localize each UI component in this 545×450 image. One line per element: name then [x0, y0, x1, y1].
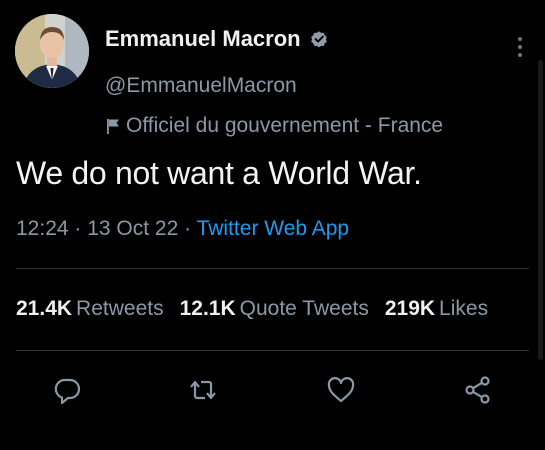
stat-label: Quote Tweets — [239, 297, 369, 320]
divider — [16, 268, 529, 269]
avatar[interactable] — [15, 14, 89, 88]
stat-value: 219K — [384, 297, 436, 320]
meta-separator: · — [68, 217, 88, 240]
author-name[interactable]: Emmanuel Macron — [105, 26, 301, 52]
retweet-icon[interactable] — [187, 374, 219, 406]
meta-separator: · — [178, 217, 197, 240]
author-handle[interactable]: @EmmanuelMacron — [105, 74, 297, 98]
government-label[interactable]: Officiel du gouvernement - France — [105, 114, 443, 138]
government-label-text: Officiel du gouvernement - France — [126, 114, 444, 137]
stat-retweets[interactable]: 21.4K Retweets — [16, 297, 164, 321]
stat-label: Likes — [439, 297, 489, 320]
tweet-date[interactable]: 13 Oct 22 — [87, 217, 178, 240]
tweet-meta: 12:24 · 13 Oct 22 · Twitter Web App — [16, 217, 349, 241]
stat-value: 12.1K — [179, 297, 236, 320]
stat-likes[interactable]: 219K Likes — [385, 297, 488, 321]
like-icon[interactable] — [325, 374, 357, 406]
flag-icon — [107, 119, 119, 134]
share-icon[interactable] — [462, 374, 494, 406]
tweet-time[interactable]: 12:24 — [16, 217, 69, 240]
stat-quote-tweets[interactable]: 12.1K Quote Tweets — [180, 297, 369, 321]
reply-icon[interactable] — [51, 374, 83, 406]
verified-badge-icon — [310, 31, 327, 48]
tweet-text: We do not want a World War. — [16, 155, 422, 191]
tweet-detail: Emmanuel Macron @EmmanuelMacron Officiel… — [0, 0, 545, 450]
scrollbar[interactable] — [538, 60, 543, 360]
tweet-source[interactable]: Twitter Web App — [197, 217, 350, 240]
more-options-icon[interactable] — [517, 36, 523, 58]
divider — [16, 350, 529, 351]
action-bar — [0, 374, 545, 418]
author-name-row[interactable]: Emmanuel Macron — [105, 26, 329, 52]
avatar-photo — [15, 14, 89, 88]
engagement-stats: 21.4K Retweets 12.1K Quote Tweets 219K Like… — [16, 297, 488, 321]
stat-value: 21.4K — [16, 297, 73, 320]
stat-label: Retweets — [76, 297, 164, 320]
